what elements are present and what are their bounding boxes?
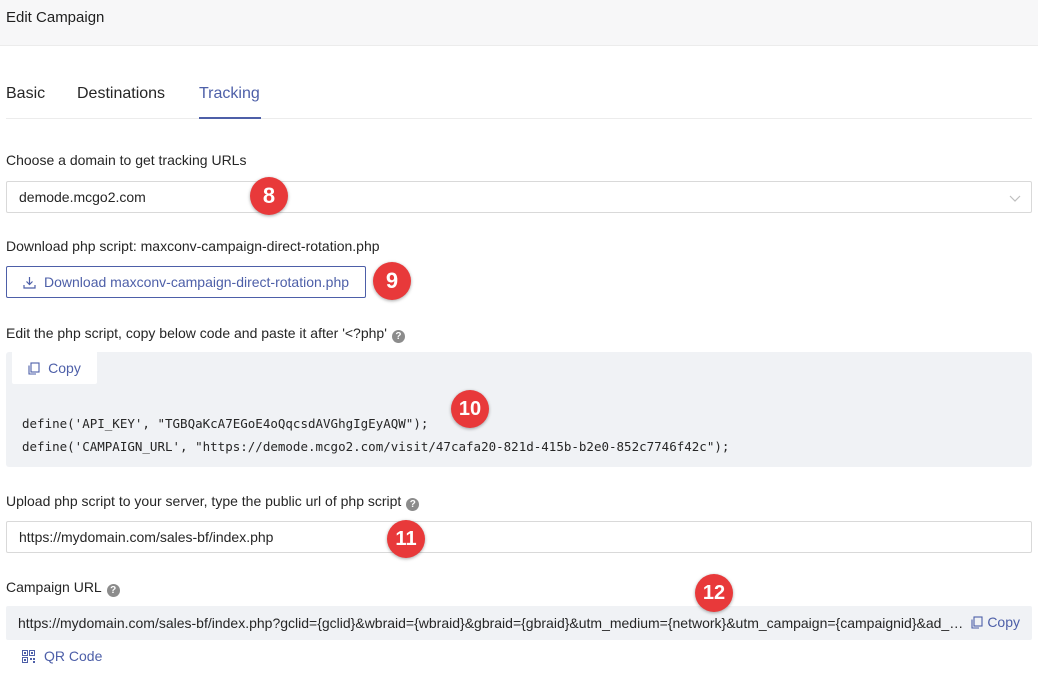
tab-basic[interactable]: Basic [6, 85, 45, 103]
tab-tracking[interactable]: Tracking [199, 85, 260, 103]
code-line-campaign-url: define('CAMPAIGN_URL', "https://demode.m… [22, 439, 730, 454]
domain-label: Choose a domain to get tracking URLs [6, 152, 247, 168]
campaign-url-value: https://mydomain.com/sales-bf/index.php?… [18, 615, 964, 631]
code-line-api-key: define('API_KEY', "TGBQaKcA7EGoE4oQqcsdA… [22, 416, 429, 431]
campaign-url-label-text: Campaign URL [6, 579, 102, 595]
campaign-url-label: Campaign URL? [6, 579, 120, 597]
annotation-badge-8: 8 [250, 177, 288, 215]
question-icon[interactable]: ? [106, 584, 120, 597]
active-tab-indicator [199, 117, 261, 119]
page-title: Edit Campaign [6, 9, 105, 26]
download-icon [23, 276, 36, 289]
annotation-badge-10: 10 [451, 390, 489, 428]
copy-campaign-url-button[interactable]: Copy [971, 614, 1020, 630]
script-url-input[interactable] [6, 521, 1032, 553]
upload-label: Upload php script to your server, type t… [6, 493, 420, 511]
chevron-down-icon [1009, 195, 1021, 202]
edit-script-label: Edit the php script, copy below code and… [6, 325, 405, 343]
campaign-url-box: https://mydomain.com/sales-bf/index.php?… [6, 606, 1032, 640]
download-label: Download php script: maxconv-campaign-di… [6, 238, 380, 254]
question-icon[interactable]: ? [406, 498, 420, 511]
question-icon[interactable]: ? [391, 330, 405, 343]
annotation-badge-9: 9 [373, 262, 411, 300]
copy-icon [971, 615, 983, 629]
code-block: Copy define('API_KEY', "TGBQaKcA7EGoE4oQ… [6, 352, 1032, 467]
annotation-badge-12: 12 [695, 574, 733, 612]
annotation-badge-11: 11 [387, 520, 425, 558]
upload-label-text: Upload php script to your server, type t… [6, 493, 402, 509]
page-header: Edit Campaign [0, 0, 1038, 46]
tab-destinations[interactable]: Destinations [77, 85, 165, 103]
qr-code-label: QR Code [44, 648, 103, 664]
copy-code-label: Copy [48, 360, 81, 376]
copy-icon [28, 361, 40, 375]
download-button-label: Download maxconv-campaign-direct-rotatio… [44, 274, 350, 290]
qr-code-icon [22, 649, 35, 663]
domain-select[interactable]: demode.mcgo2.com [6, 181, 1032, 213]
copy-code-button[interactable]: Copy [12, 352, 97, 384]
download-script-button[interactable]: Download maxconv-campaign-direct-rotatio… [6, 266, 366, 298]
copy-campaign-url-label: Copy [987, 614, 1020, 630]
edit-script-label-text: Edit the php script, copy below code and… [6, 325, 387, 341]
qr-code-link[interactable]: QR Code [22, 648, 102, 664]
domain-select-value: demode.mcgo2.com [19, 189, 146, 205]
tab-bar: Basic Destinations Tracking [6, 72, 1032, 119]
